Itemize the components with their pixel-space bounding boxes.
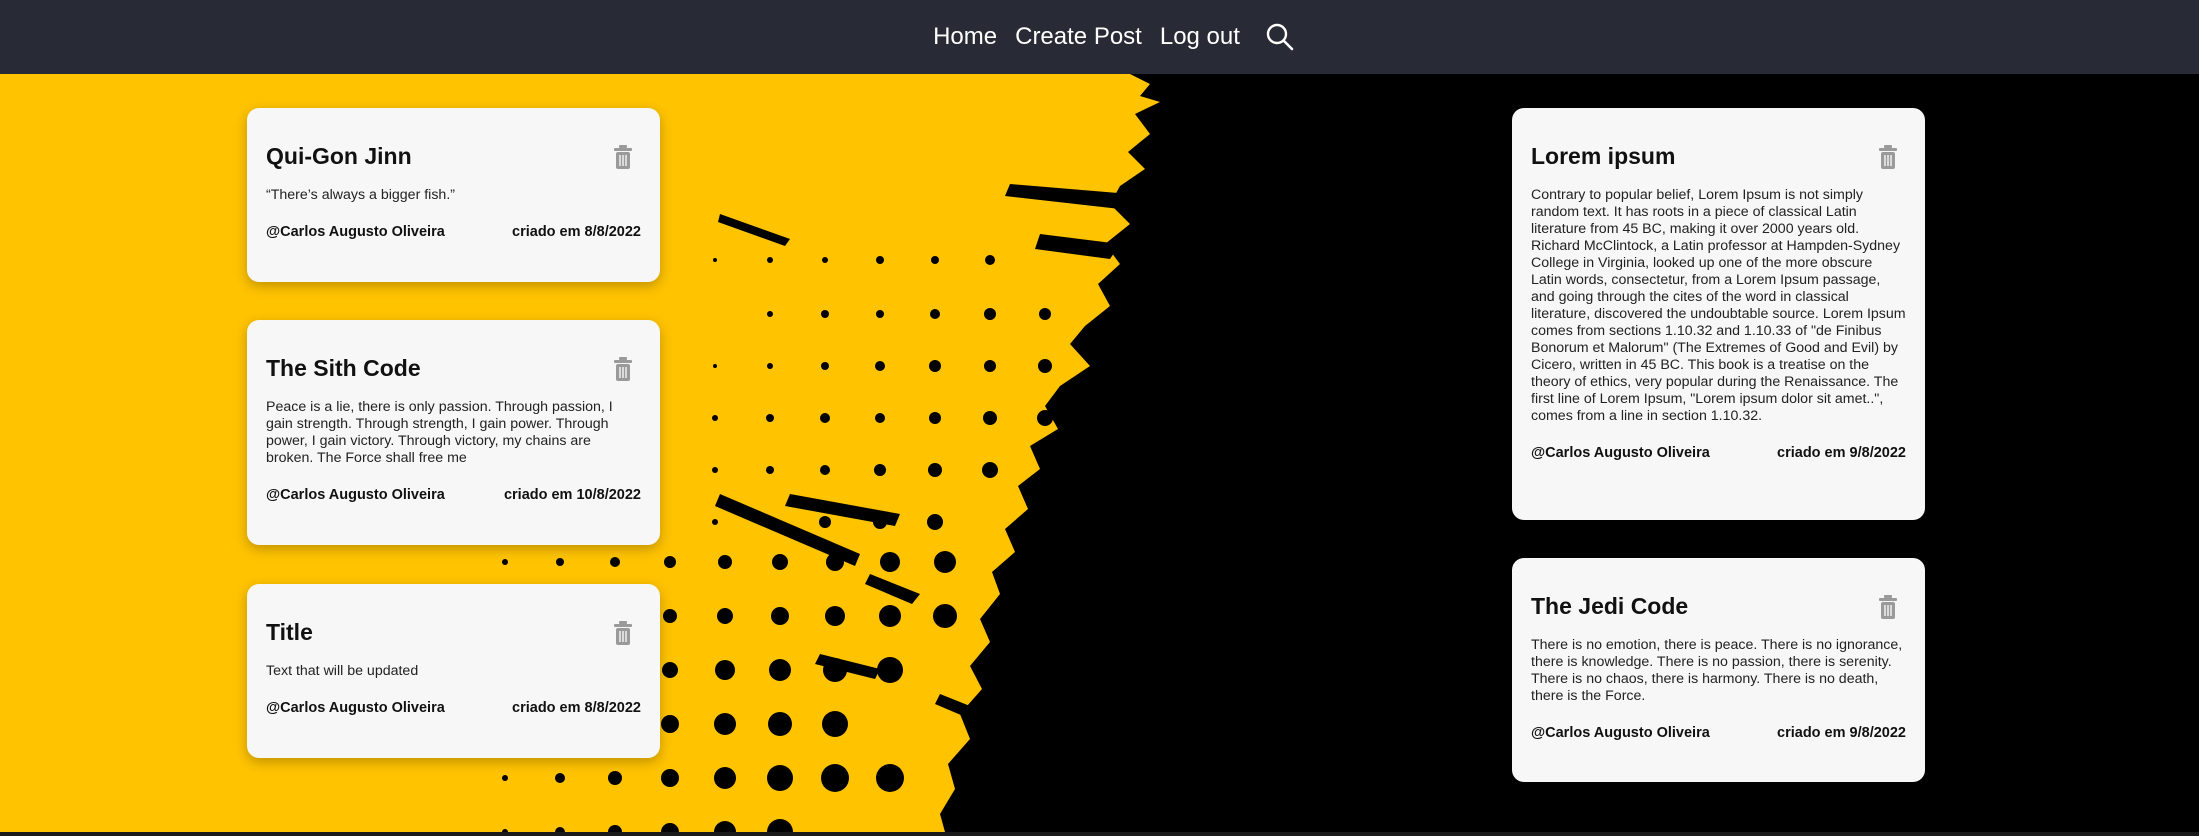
search-icon [1266, 23, 1294, 51]
post-author: @Carlos Augusto Oliveira [266, 700, 445, 716]
post-author: @Carlos Augusto Oliveira [1531, 445, 1710, 461]
nav-create-post-link[interactable]: Create Post [1015, 23, 1142, 51]
nav-logout-link[interactable]: Log out [1160, 23, 1240, 51]
post-text: “There’s always a bigger fish.” [266, 187, 455, 203]
post-author: @Carlos Augusto Oliveira [1531, 725, 1710, 741]
post-card-header: Lorem ipsum [1531, 143, 1906, 170]
post-footer: @Carlos Augusto Oliveira criado em 8/8/2… [266, 700, 641, 716]
trash-icon[interactable] [1878, 144, 1898, 170]
post-footer: @Carlos Augusto Oliveira criado em 9/8/2… [1531, 445, 1906, 461]
post-title: Qui-Gon Jinn [266, 143, 412, 169]
post-text: There is no emotion, there is peace. The… [1531, 637, 1903, 704]
post-card: Qui-Gon Jinn “There’s always a bigger fi… [247, 108, 660, 282]
navbar: Home Create Post Log out [0, 0, 2199, 74]
post-text: Contrary to popular belief, Lorem Ipsum … [1531, 187, 1906, 424]
post-title: Title [266, 619, 313, 645]
post-date: criado em 9/8/2022 [1777, 445, 1906, 461]
post-text: Peace is a lie, there is only passion. T… [266, 399, 613, 466]
post-card-header: Qui-Gon Jinn [266, 143, 641, 170]
nav-home-link[interactable]: Home [933, 23, 997, 51]
post-date: criado em 8/8/2022 [512, 700, 641, 716]
post-author: @Carlos Augusto Oliveira [266, 224, 445, 240]
post-card: Lorem ipsum Contrary to popular belief, … [1512, 108, 1925, 520]
post-card: The Sith Code Peace is a lie, there is o… [247, 320, 660, 545]
trash-icon[interactable] [1878, 594, 1898, 620]
post-footer: @Carlos Augusto Oliveira criado em 8/8/2… [266, 224, 641, 240]
post-title: Lorem ipsum [1531, 143, 1676, 169]
trash-icon[interactable] [613, 620, 633, 646]
post-date: criado em 10/8/2022 [503, 487, 641, 503]
post-date: criado em 8/8/2022 [512, 224, 641, 240]
nav-links: Home Create Post Log out [933, 21, 1296, 53]
trash-icon[interactable] [613, 144, 633, 170]
post-text: Text that will be updated [266, 663, 419, 679]
post-date: criado em 9/8/2022 [1777, 725, 1906, 741]
post-footer: @Carlos Augusto Oliveira criado em 10/8/… [266, 487, 641, 503]
post-card: The Jedi Code There is no emotion, there… [1512, 558, 1925, 782]
post-title: The Jedi Code [1531, 593, 1689, 619]
search-button[interactable] [1264, 21, 1296, 53]
post-card-header: The Jedi Code [1531, 593, 1906, 620]
trash-icon[interactable] [613, 356, 633, 382]
post-card-header: Title [266, 619, 641, 646]
post-title: The Sith Code [266, 355, 421, 381]
post-footer: @Carlos Augusto Oliveira criado em 9/8/2… [1531, 725, 1906, 741]
bottom-border [0, 832, 2199, 836]
post-card: Title Text that will be updated @Carlos … [247, 584, 660, 758]
post-author: @Carlos Augusto Oliveira [266, 487, 445, 503]
post-card-header: The Sith Code [266, 355, 641, 382]
